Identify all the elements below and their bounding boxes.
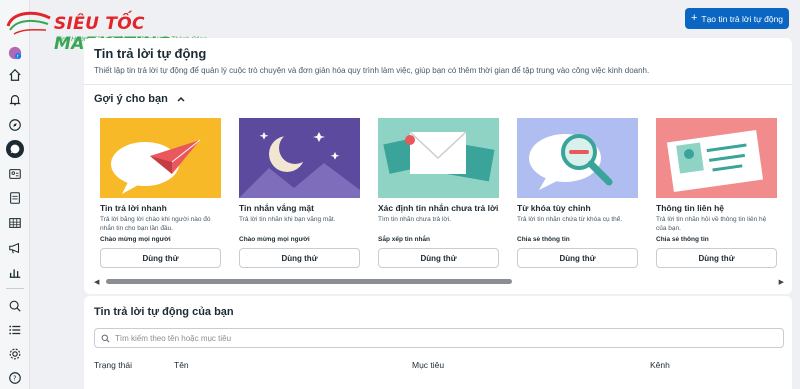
suggestions-title: Gợi ý cho bạn [94, 93, 168, 105]
card-title: Xác định tin nhắn chưa trả lời [378, 203, 499, 213]
search-field[interactable] [94, 328, 784, 348]
sidebar-divider [6, 288, 24, 289]
suggestions-header[interactable]: Gợi ý cho bạn [94, 93, 186, 105]
card-tag: Chia sẻ thông tin [656, 236, 709, 243]
list-icon[interactable] [7, 322, 23, 338]
card-title: Từ khóa tùy chỉnh [517, 203, 591, 213]
create-auto-reply-button[interactable]: + Tạo tin trả lời tự động [685, 8, 789, 29]
pages-icon[interactable] [7, 190, 23, 206]
suggestions-panel: Tin trả lời tự động Thiết lập tin trả lờ… [84, 38, 792, 294]
scroll-right-icon[interactable]: ▶ [779, 278, 784, 286]
try-button[interactable]: Dùng thử [239, 248, 360, 268]
card-description: Trả lời tin nhắn hỏi về thông tin liên h… [656, 216, 767, 232]
card-tag: Chào mừng mọi người [239, 236, 310, 243]
try-button[interactable]: Dùng thử [378, 248, 499, 268]
card-title: Tin nhắn vắng mặt [239, 203, 314, 213]
search-icon [101, 334, 110, 342]
card-description: Trả lời bằng lời chào khi người nào đó n… [100, 216, 211, 232]
contacts-icon[interactable] [7, 166, 23, 182]
column-header-channel[interactable]: Kênh [650, 360, 670, 370]
suggestion-card-unanswered: Xác định tin nhắn chưa trả lời Tìm tin n… [378, 118, 499, 268]
suggestion-card-quick-reply: Tin trả lời nhanh Trả lời bằng lời chào … [100, 118, 221, 268]
card-description: Trả lời tin nhắn chứa từ khóa cụ thể. [517, 216, 623, 223]
meta-avatar-icon[interactable]: f [7, 45, 23, 61]
help-icon[interactable]: ? [7, 370, 23, 386]
horizontal-scrollbar[interactable]: ◀ ▶ [94, 278, 784, 286]
auto-replies-title: Tin trả lời tự động của bạn [94, 306, 234, 318]
auto-replies-panel: Tin trả lời tự động của bạn Trạng thái T… [84, 296, 792, 389]
scroll-thumb[interactable] [106, 279, 512, 284]
column-header-status[interactable]: Trạng thái [94, 360, 132, 370]
card-title: Tin trả lời nhanh [100, 203, 167, 213]
logo-swoosh-icon [6, 11, 51, 35]
compass-icon[interactable] [7, 117, 23, 133]
gear-icon[interactable] [7, 346, 23, 362]
card-tag: Sắp xếp tin nhắn [378, 236, 431, 243]
envelope-illustration [378, 118, 499, 198]
card-tag: Chào mừng mọi người [100, 236, 171, 243]
card-description: Tìm tin nhắn chưa trả lời. [378, 216, 451, 223]
create-auto-reply-label: Tạo tin trả lời tự động [701, 13, 784, 24]
table-icon[interactable] [7, 215, 23, 231]
suggestion-card-contact-info: Thông tin liên hệ Trả lời tin nhắn hỏi v… [656, 118, 777, 268]
megaphone-icon[interactable] [7, 240, 23, 256]
scroll-left-icon[interactable]: ◀ [94, 278, 99, 286]
paper-plane-illustration [100, 118, 221, 198]
card-title: Thông tin liên hệ [656, 203, 724, 213]
sidebar: f ? [0, 0, 30, 389]
card-tag: Chia sẻ thông tin [517, 236, 570, 243]
magnifier-illustration [517, 118, 638, 198]
try-button[interactable]: Dùng thử [517, 248, 638, 268]
column-header-name[interactable]: Tên [174, 360, 189, 370]
search-icon[interactable] [7, 298, 23, 314]
section-divider [84, 84, 792, 85]
chat-icon[interactable] [6, 140, 24, 158]
contact-card-illustration [656, 118, 777, 198]
chevron-up-icon[interactable] [176, 94, 186, 104]
page-title: Tin trả lời tự động [94, 46, 207, 61]
suggestion-card-away-message: Tin nhắn vắng mặt Trả lời tin nhắn khi b… [239, 118, 360, 268]
bar-chart-icon[interactable] [7, 264, 23, 280]
logo-brand-part1: SIÊU TỐC [54, 14, 145, 34]
bell-icon[interactable] [7, 92, 23, 108]
plus-icon: + [690, 12, 698, 24]
search-input[interactable] [115, 333, 715, 343]
column-header-goal[interactable]: Mục tiêu [412, 360, 444, 370]
home-icon[interactable] [7, 67, 23, 83]
try-button[interactable]: Dùng thử [100, 248, 221, 268]
card-description: Trả lời tin nhắn khi bạn vắng mặt. [239, 216, 336, 223]
moon-illustration [239, 118, 360, 198]
page-description: Thiết lập tin trả lời tự động để quản lý… [94, 66, 650, 75]
try-button[interactable]: Dùng thử [656, 248, 777, 268]
suggestion-card-custom-keywords: Từ khóa tùy chỉnh Trả lời tin nhắn chứa … [517, 118, 638, 268]
svg-text:?: ? [13, 375, 17, 383]
